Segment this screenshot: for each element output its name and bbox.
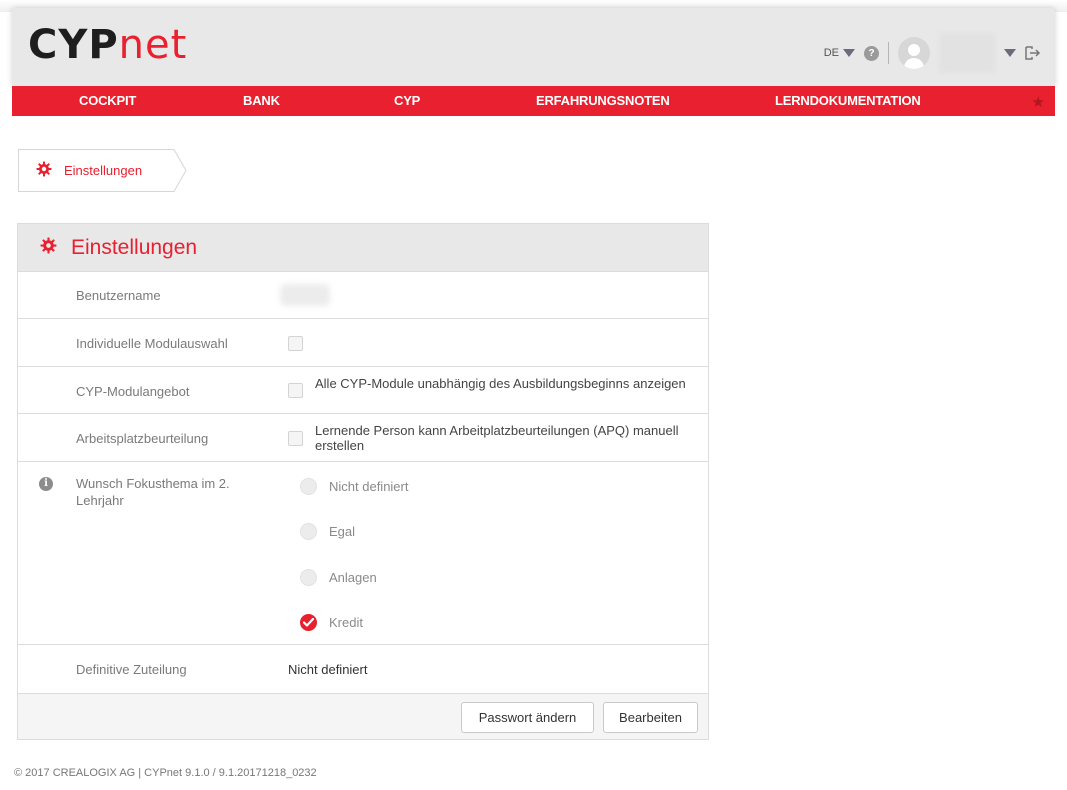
username-redacted[interactable] xyxy=(939,33,995,73)
row-module-selection: Individuelle Modulauswahl xyxy=(18,318,708,366)
panel-footer: Passwort ändern Bearbeiten xyxy=(18,693,708,739)
username-label: Benutzername xyxy=(76,288,161,303)
panel-header: Einstellungen xyxy=(18,224,708,271)
user-avatar-icon[interactable] xyxy=(898,37,930,69)
panel-title: Einstellungen xyxy=(71,235,198,259)
module-offer-text: Alle CYP-Module unabhängig des Ausbildun… xyxy=(315,376,686,391)
logo-text-net: net xyxy=(118,22,188,68)
breadcrumb[interactable]: Einstellungen xyxy=(18,149,188,192)
language-label: DE xyxy=(823,47,839,59)
radio-option-nicht-definiert[interactable]: Nicht definiert xyxy=(300,476,408,496)
user-menu-chevron-down-icon[interactable] xyxy=(1004,49,1016,57)
row-workplace-assessment: Arbeitsplatzbeurteilung Lernende Person … xyxy=(18,413,708,461)
header-tools: DE ? xyxy=(824,33,1041,73)
radio-label: Egal xyxy=(329,523,356,539)
radio-option-egal[interactable]: Egal xyxy=(300,521,355,541)
main-nav: COCKPIT BANK CYP ERFAHRUNGSNOTEN LERNDOK… xyxy=(12,86,1055,116)
check-icon xyxy=(303,617,314,627)
question-circle-icon[interactable]: ? xyxy=(864,45,879,61)
logo-text-cyp: CYP xyxy=(28,22,119,68)
page-footer: © 2017 CREALOGIX AG | CYPnet 9.1.0 / 9.1… xyxy=(14,767,317,779)
module-offer-label: CYP-Modulangebot xyxy=(76,384,190,399)
logout-icon[interactable] xyxy=(1025,46,1041,60)
row-module-offer: CYP-Modulangebot Alle CYP-Module unabhän… xyxy=(18,366,708,413)
module-selection-label: Individuelle Modulauswahl xyxy=(76,336,228,351)
nav-item-erfahrungsnoten[interactable]: ERFAHRUNGSNOTEN xyxy=(536,86,670,116)
row-focus-topic: i Wunsch Fokusthema im 2. Lehrjahr Nicht… xyxy=(18,461,708,644)
module-offer-checkbox[interactable] xyxy=(288,383,303,398)
app-logo[interactable]: CYPnet xyxy=(28,22,187,68)
radio-button[interactable] xyxy=(300,477,317,495)
change-password-button[interactable]: Passwort ändern xyxy=(461,702,594,733)
radio-label: Kredit xyxy=(329,614,363,630)
language-selector[interactable]: DE xyxy=(824,47,855,59)
nav-item-bank[interactable]: BANK xyxy=(243,86,280,116)
workplace-assessment-label: Arbeitsplatzbeurteilung xyxy=(76,431,209,446)
app-header: CYPnet DE ? xyxy=(12,8,1055,86)
settings-panel: Einstellungen Benutzername Individuelle … xyxy=(17,223,709,740)
breadcrumb-label: Einstellungen xyxy=(64,163,143,178)
workplace-assessment-text: Lernende Person kann Arbeitplatzbeurteil… xyxy=(315,423,679,453)
info-icon[interactable]: i xyxy=(39,477,53,491)
chevron-down-icon xyxy=(843,49,855,57)
header-divider xyxy=(888,42,889,64)
workplace-assessment-checkbox[interactable] xyxy=(288,431,303,446)
radio-label: Nicht definiert xyxy=(329,478,409,494)
gear-icon xyxy=(36,161,52,180)
radio-label: Anlagen xyxy=(329,569,377,585)
radio-button[interactable] xyxy=(300,568,317,586)
radio-button[interactable] xyxy=(300,522,317,540)
row-username: Benutzername xyxy=(18,271,708,318)
radio-option-anlagen[interactable]: Anlagen xyxy=(300,567,377,587)
nav-item-cyp[interactable]: CYP xyxy=(394,86,420,116)
focus-topic-label: Wunsch Fokusthema im 2. Lehrjahr xyxy=(76,476,230,508)
nav-item-lerndokumentation[interactable]: LERNDOKUMENTATION xyxy=(775,86,921,116)
row-final-assignment: Definitive Zuteilung Nicht definiert xyxy=(18,644,708,693)
edit-button[interactable]: Bearbeiten xyxy=(603,702,698,733)
final-assignment-value: Nicht definiert xyxy=(288,662,368,677)
nav-item-cockpit[interactable]: COCKPIT xyxy=(79,86,136,116)
gear-icon xyxy=(40,237,57,259)
radio-option-kredit[interactable]: Kredit xyxy=(300,612,363,632)
star-icon[interactable]: ★ xyxy=(1032,93,1045,111)
final-assignment-label: Definitive Zuteilung xyxy=(76,662,187,677)
username-value-redacted xyxy=(280,284,330,306)
module-selection-checkbox[interactable] xyxy=(288,336,303,351)
radio-button-checked[interactable] xyxy=(300,613,317,631)
